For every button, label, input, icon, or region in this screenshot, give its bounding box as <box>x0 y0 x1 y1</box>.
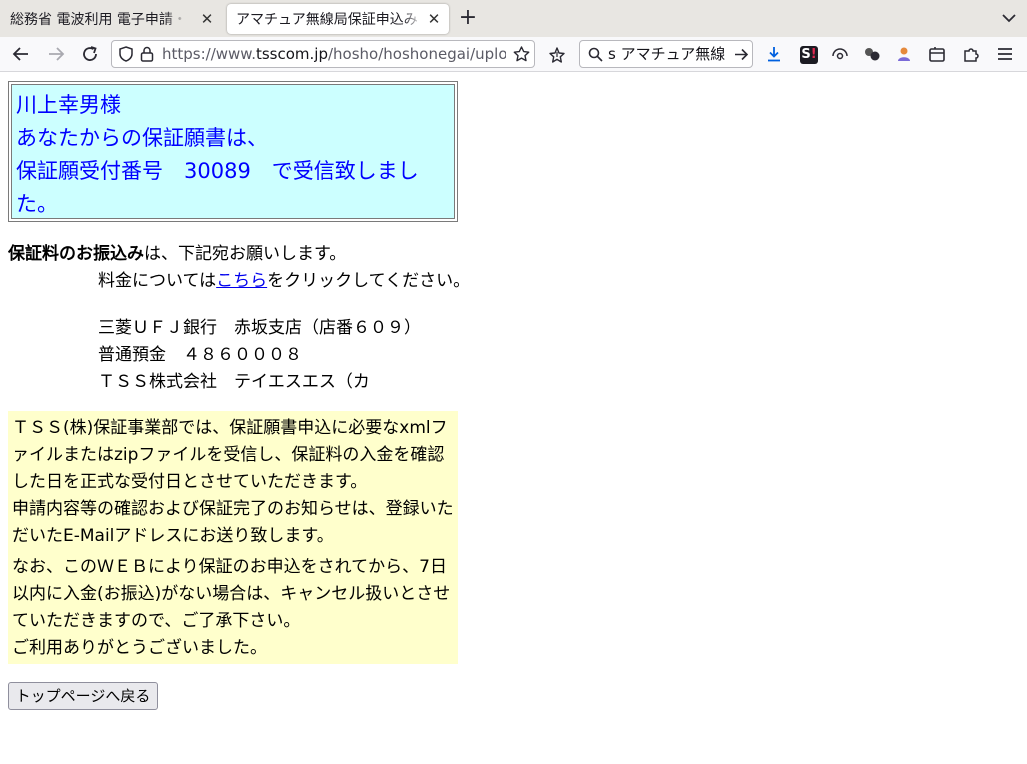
search-input[interactable]: s アマチュア無線 <box>608 41 732 67</box>
arrow-right-icon <box>49 47 65 61</box>
arrow-right-icon[interactable] <box>734 47 749 62</box>
payment-instruction: 保証料のお振込みは、下記宛お願いします。 <box>8 244 347 264</box>
notice-box: ＴＳＳ(株)保証事業部では、保証願書申込に必要なxmlファイルまたはzipファイ… <box>8 411 458 664</box>
bank-name: 三菱ＵＦＪ銀行 赤坂支店（店番６０９） <box>98 318 421 338</box>
notice-paragraph: ＴＳＳ(株)保証事業部では、保証願書申込に必要なxmlファイルまたはzipファイ… <box>12 418 448 492</box>
tab-active[interactable]: アマチュア無線局保証申込み ✕ <box>227 4 449 34</box>
puzzle-icon[interactable] <box>962 45 980 63</box>
url-bar[interactable]: https://www.tsscom.jp/hosho/hoshonegai/u… <box>111 40 535 68</box>
search-icon <box>588 47 603 62</box>
extension-s-icon[interactable]: S! <box>800 46 818 64</box>
confirmation-box: 川上幸男様 あなたからの保証願書は、 保証願受付番号 30089 で受信致しまし… <box>8 81 458 222</box>
reload-icon <box>83 46 97 61</box>
notice-paragraph: 申請内容等の確認および保証完了のお知らせは、登録いただいたE-Mailアドレスに… <box>12 499 454 546</box>
tab-title: アマチュア無線局保証申込み <box>236 12 418 28</box>
lock-icon <box>140 46 154 62</box>
tab-title: 総務省 電波利用 電子申請・届出システム <box>10 12 186 28</box>
extensions-star-icon[interactable] <box>548 46 566 64</box>
close-icon[interactable]: ✕ <box>198 9 216 29</box>
fee-instruction: 料金についてはこちらをクリックしてください。 <box>98 271 471 291</box>
search-bar[interactable]: s アマチュア無線 <box>579 40 753 68</box>
bank-holder: ＴＳＳ株式会社 テイエスエス（カ <box>98 372 370 392</box>
arrow-left-icon <box>12 47 28 61</box>
bank-account: 普通預金 ４８６０００８ <box>98 345 302 365</box>
download-icon[interactable] <box>765 45 783 63</box>
message-line: た。 <box>16 192 58 216</box>
forward-button[interactable] <box>43 41 69 67</box>
extension-dots-icon[interactable] <box>863 45 881 63</box>
extension-box-icon[interactable] <box>928 45 946 63</box>
shield-icon <box>119 46 133 62</box>
star-icon[interactable] <box>513 46 530 62</box>
recipient-name: 川上幸男様 <box>16 93 121 117</box>
notice-paragraph: なお、このＷＥＢにより保証のお申込をされてから、7日以内に入金(お振込)がない場… <box>12 557 451 631</box>
tab-soumu[interactable]: 総務省 電波利用 電子申請・届出システム ✕ <box>0 4 222 34</box>
message-line: 保証願受付番号 30089 で受信致しまし <box>16 159 419 183</box>
message-line: あなたからの保証願書は、 <box>16 126 268 150</box>
back-button[interactable] <box>8 41 34 67</box>
bank-details: 三菱ＵＦＪ銀行 赤坂支店（店番６０９） 普通預金 ４８６０００８ ＴＳＳ株式会社… <box>98 315 421 396</box>
new-tab-button[interactable]: + <box>455 6 481 32</box>
extension-eye-icon[interactable] <box>831 45 849 63</box>
notice-paragraph: ご利用ありがとうございました。 <box>12 638 267 658</box>
navigation-toolbar: https://www.tsscom.jp/hosho/hoshonegai/u… <box>0 37 1027 72</box>
chevron-down-icon[interactable] <box>998 8 1020 28</box>
url-text[interactable]: https://www.tsscom.jp/hosho/hoshonegai/u… <box>162 41 506 67</box>
extension-person-icon[interactable] <box>895 45 913 63</box>
close-icon[interactable]: ✕ <box>425 9 443 29</box>
tab-strip: 総務省 電波利用 電子申請・届出システム ✕ アマチュア無線局保証申込み ✕ + <box>0 0 1027 37</box>
menu-icon[interactable] <box>996 46 1014 62</box>
payment-heading: 保証料のお振込み <box>8 244 144 264</box>
confirmation-message: 川上幸男様 あなたからの保証願書は、 保証願受付番号 30089 で受信致しまし… <box>11 84 455 219</box>
fee-link[interactable]: こちら <box>216 271 267 291</box>
back-to-top-page-button[interactable]: トップページへ戻る <box>8 682 158 710</box>
reload-button[interactable] <box>77 41 103 67</box>
